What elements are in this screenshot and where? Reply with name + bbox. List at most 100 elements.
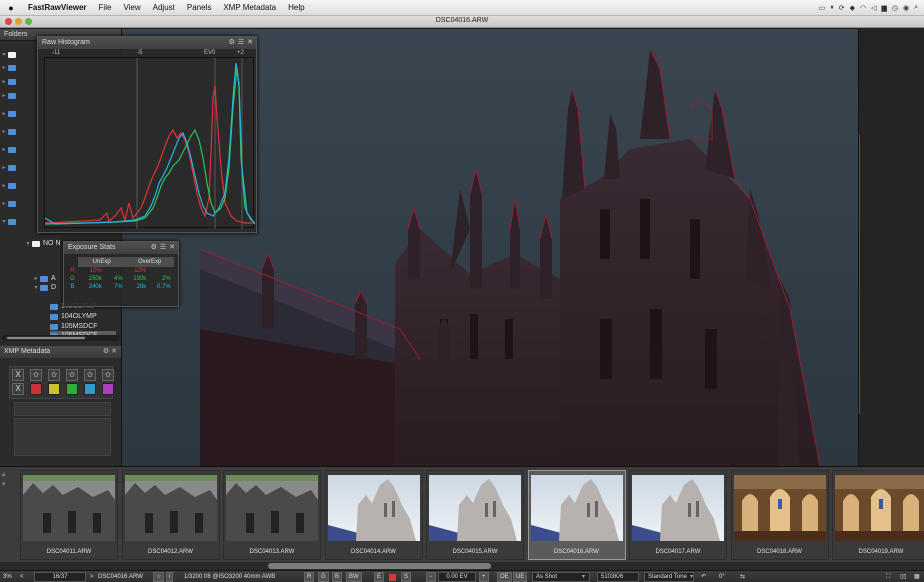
collapse-arrow-icon[interactable]: ▾ — [0, 218, 8, 225]
star-3-icon[interactable]: ✩ — [66, 369, 78, 381]
filmstrip-scrollbar[interactable] — [0, 562, 924, 570]
menu-help[interactable]: Help — [282, 3, 310, 12]
user-icon[interactable]: ◉ — [903, 4, 909, 12]
dropbox-icon[interactable]: ◆ — [850, 4, 855, 12]
filmstrip-thumbnail[interactable]: DSC04016.ARW — [527, 470, 626, 560]
filmstrip-thumbnail[interactable]: DSC04017.ARW — [629, 470, 727, 560]
pause-icon[interactable]: ⏸ — [830, 4, 834, 12]
xmp-description-field[interactable] — [14, 418, 111, 456]
tone-curve-select[interactable]: Standard Tone — [644, 572, 694, 582]
rotate-icon[interactable]: ↶ — [701, 572, 706, 582]
exposure-stats-title-bar[interactable]: Exposure Stats ⚙ ☰ ✕ — [64, 242, 178, 254]
tree-row[interactable]: ▾ — [0, 50, 19, 59]
spotlight-icon[interactable]: ⌕ — [914, 4, 918, 12]
filmstrip-arrow-icon[interactable]: ▴ ▾ — [2, 470, 12, 490]
label-blue-swatch[interactable] — [84, 383, 96, 395]
compare-view-icon[interactable]: ▯▯ — [900, 572, 907, 582]
image-counter[interactable]: 16/37 — [34, 572, 86, 582]
grid-view-icon[interactable]: ▦ — [914, 572, 920, 582]
filmstrip-thumbnail[interactable]: DSC04019.ARW — [832, 470, 924, 560]
reject-button-2[interactable]: X — [12, 383, 24, 395]
channel-r-button[interactable]: R — [304, 572, 315, 582]
collapse-arrow-icon[interactable]: ▾ — [24, 240, 32, 247]
filmstrip-thumbnail[interactable]: DSC04011.ARW — [20, 470, 118, 560]
filmstrip-thumbnail[interactable]: DSC04012.ARW — [121, 470, 220, 560]
expand-arrow-icon[interactable]: ▸ — [0, 164, 8, 171]
star-2-icon[interactable]: ✩ — [48, 369, 60, 381]
exposure-stats-window[interactable]: Exposure Stats ⚙ ☰ ✕ UnExp OverExp R 10% 1… — [63, 241, 179, 307]
expand-arrow-icon[interactable]: ▸ — [0, 146, 8, 153]
scrollbar-thumb[interactable] — [268, 563, 491, 569]
close-icon[interactable]: ✕ — [247, 37, 253, 49]
underexposure-button[interactable]: UE — [513, 572, 528, 582]
tree-row[interactable]: ▸ — [0, 145, 19, 154]
overexposure-indicator-icon[interactable] — [389, 574, 396, 581]
tree-row[interactable]: ▸ — [0, 91, 19, 100]
raw-histogram-title-bar[interactable]: Raw Histogram ⚙ ☰ ✕ — [38, 37, 256, 49]
folder-item[interactable]: ▾ D — [32, 283, 56, 292]
menu-app[interactable]: FastRawViewer — [22, 3, 93, 12]
expand-arrow-icon[interactable]: ▸ — [0, 78, 8, 85]
folder-item[interactable]: ▸ A — [32, 274, 55, 283]
close-icon[interactable]: ✕ — [169, 242, 175, 254]
exposure-mark-button[interactable]: E — [374, 572, 385, 582]
scrollbar-thumb[interactable] — [6, 336, 86, 340]
clock-icon[interactable]: ◷ — [892, 4, 898, 12]
raw-histogram-window[interactable]: Raw Histogram ⚙ ☰ ✕ -11 -5 EV0 +2 — [37, 36, 257, 233]
settings-icon[interactable]: ⚙ — [229, 37, 235, 49]
settings-icon[interactable]: ⚙ — [103, 348, 109, 355]
xmp-title-field[interactable] — [14, 402, 111, 416]
display-icon[interactable]: ▭ — [819, 4, 826, 12]
expand-arrow-icon[interactable]: ▸ — [0, 128, 8, 135]
filmstrip-thumbnail[interactable]: DSC04013.ARW — [223, 470, 321, 560]
menu-adjust[interactable]: Adjust — [147, 3, 181, 12]
prev-image-icon[interactable]: < — [20, 572, 24, 582]
star-4-icon[interactable]: ✩ — [84, 369, 96, 381]
expand-arrow-icon[interactable]: ▸ — [0, 92, 8, 99]
label-green-swatch[interactable] — [66, 383, 78, 395]
collapse-arrow-icon[interactable]: ▾ — [32, 284, 40, 291]
tree-row[interactable]: ▾ — [0, 217, 19, 226]
tree-row[interactable]: ▸ — [0, 181, 19, 190]
star-1-icon[interactable]: ✩ — [30, 369, 42, 381]
folder-item[interactable]: 104OLYMP — [50, 312, 97, 321]
rating-icon[interactable]: ☆ — [153, 572, 165, 582]
ev-decrease-button[interactable]: − — [426, 572, 436, 582]
folder-item[interactable]: 105MSDCF — [50, 322, 98, 331]
menu-xmp-metadata[interactable]: XMP Metadata — [217, 3, 282, 12]
info-icon[interactable]: i — [166, 572, 174, 582]
apple-icon[interactable]: ● — [0, 3, 22, 13]
collapse-arrow-icon[interactable]: ▾ — [0, 51, 8, 58]
folder-item[interactable]: ▾ NO N — [24, 239, 60, 248]
shadow-mark-button[interactable]: S — [401, 572, 412, 582]
tone-dropdown-icon[interactable]: ▾ — [690, 572, 693, 582]
filmstrip-thumbnail[interactable]: DSC04018.ARW — [730, 470, 829, 560]
expand-arrow-icon[interactable]: ▸ — [0, 200, 8, 207]
color-temperature-field[interactable]: 5103K/6 — [597, 572, 639, 582]
filmstrip-thumbnail[interactable]: DSC04015.ARW — [426, 470, 524, 560]
tree-row[interactable]: ▸ — [0, 109, 19, 118]
label-yellow-swatch[interactable] — [48, 383, 60, 395]
expand-arrow-icon[interactable]: ▸ — [0, 64, 8, 71]
next-image-icon[interactable]: > — [90, 572, 94, 582]
tree-row[interactable]: ▸ — [0, 163, 19, 172]
volume-icon[interactable]: ◁ — [871, 4, 876, 12]
label-purple-swatch[interactable] — [102, 383, 114, 395]
overexposure-button[interactable]: OE — [497, 572, 512, 582]
tree-row[interactable]: ▸ — [0, 77, 19, 86]
expand-arrow-icon[interactable]: ▸ — [0, 110, 8, 117]
channel-g-button[interactable]: G — [318, 572, 329, 582]
ev-value[interactable]: 0.00 EV — [438, 572, 476, 582]
label-red-swatch[interactable] — [30, 383, 42, 395]
filmstrip-thumbnail[interactable]: DSC04014.ARW — [324, 470, 423, 560]
fit-screen-icon[interactable]: ⛶ — [886, 572, 890, 582]
tree-row[interactable]: ▸ — [0, 63, 19, 72]
folders-scrollbar[interactable] — [2, 335, 120, 341]
menu-panels[interactable]: Panels — [181, 3, 217, 12]
tree-row[interactable]: ▸ — [0, 127, 19, 136]
menu-icon[interactable]: ☰ — [160, 242, 166, 254]
expand-arrow-icon[interactable]: ▸ — [0, 182, 8, 189]
sync-icon[interactable]: ⟳ — [839, 4, 845, 12]
reject-button[interactable]: X — [12, 369, 24, 381]
menu-icon[interactable]: ☰ — [238, 37, 244, 49]
